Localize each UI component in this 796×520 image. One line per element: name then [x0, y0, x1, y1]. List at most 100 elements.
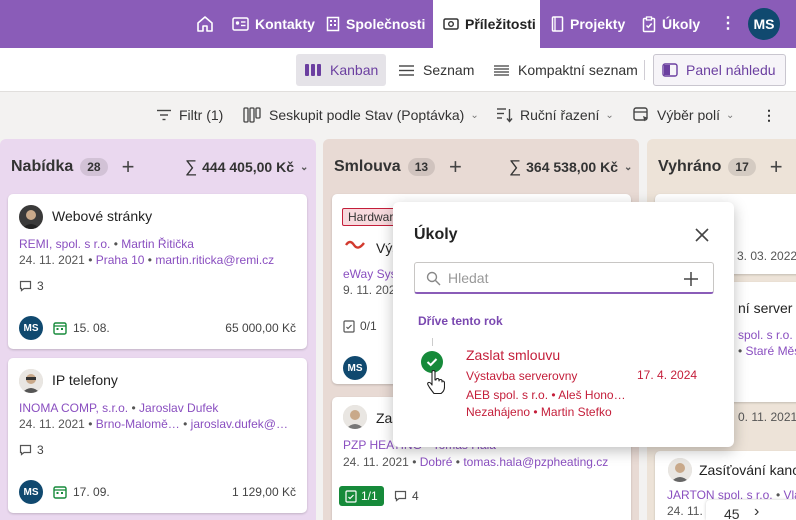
- view-list-button[interactable]: Seznam: [390, 54, 482, 86]
- nav-opportunities[interactable]: Příležitosti: [433, 0, 540, 48]
- tasks-progress-value: 0/1: [360, 319, 377, 333]
- city-link[interactable]: Brno-Malomě…: [96, 417, 180, 431]
- card-date: 24. 11. 2021: [343, 455, 409, 469]
- person-link[interactable]: Jaroslav Dufek: [139, 401, 218, 415]
- category-tag: Hardwar: [342, 208, 400, 226]
- company-logo-icon: [345, 240, 365, 249]
- card-info-line: • Staré Měs: [738, 344, 796, 358]
- owner-avatar[interactable]: MS: [343, 356, 367, 380]
- card-date: 3. 03. 2022: [737, 249, 796, 263]
- opportunity-card[interactable]: Webové stránky REMI, spol. s r.o. • Mart…: [8, 194, 307, 349]
- nav-companies[interactable]: Společnosti: [326, 0, 425, 48]
- field-selector-icon: [633, 107, 648, 122]
- task-company-person[interactable]: AEB spol. s r.o. • Aleš Hono…: [466, 388, 626, 402]
- column-sum[interactable]: ∑ 444 405,00 Kč ⌄: [185, 156, 308, 178]
- owner-avatar[interactable]: MS: [19, 480, 43, 504]
- toolbar-more-icon[interactable]: ⋮: [762, 104, 776, 126]
- building-icon: [326, 16, 340, 32]
- comments-count[interactable]: 3: [19, 443, 44, 457]
- due-date: 17. 09.: [53, 485, 110, 499]
- add-card-icon[interactable]: +: [122, 156, 135, 178]
- card-title[interactable]: ní server: [738, 300, 792, 316]
- column-count-badge: 13: [407, 158, 436, 176]
- company-link[interactable]: REMI, spol. s r.o.: [19, 237, 110, 251]
- calendar-icon: [53, 486, 67, 499]
- card-date: 0. 11. 2021: [738, 410, 796, 424]
- card-title[interactable]: IP telefony: [52, 372, 118, 388]
- chevron-down-icon: ⌄: [299, 161, 309, 173]
- section-heading: Dříve tento rok: [418, 314, 503, 328]
- due-date-value: 15. 08.: [73, 321, 110, 335]
- home-icon[interactable]: [195, 14, 215, 34]
- group-icon: [243, 107, 261, 123]
- nav-projects[interactable]: Projekty: [551, 0, 625, 48]
- column-sum[interactable]: ∑ 364 538,00 Kč ⌄: [509, 156, 632, 178]
- task-project[interactable]: Výstavba serverovny: [466, 369, 577, 383]
- close-icon[interactable]: [693, 226, 711, 244]
- group-by-button[interactable]: Seskupit podle Stav (Poptávka) ⌄: [243, 104, 479, 126]
- city-link[interactable]: Dobré: [420, 455, 453, 469]
- task-due-date: 17. 4. 2024: [637, 368, 698, 382]
- panel-icon: [662, 63, 678, 77]
- chevron-right-icon[interactable]: ›: [754, 503, 759, 520]
- card-date: 24. 11. 2021: [19, 417, 85, 431]
- nav-contacts[interactable]: Kontakty: [232, 0, 315, 48]
- card-info-line: 24. 11. 2021 • Brno-Malomě… • jaroslav.d…: [19, 417, 288, 431]
- email-link[interactable]: martin.riticka@remi.cz: [155, 253, 274, 267]
- clipboard-check-icon: [642, 15, 656, 32]
- add-card-icon[interactable]: +: [449, 156, 462, 178]
- column-sum-value: 364 538,00 Kč: [526, 159, 618, 175]
- nav-tasks-label: Úkoly: [662, 16, 701, 32]
- add-icon[interactable]: [683, 271, 699, 287]
- company-link[interactable]: eWay Sys: [343, 267, 397, 281]
- hand-pointer-icon: [427, 370, 445, 394]
- view-kanban-button[interactable]: Kanban: [296, 54, 387, 86]
- chevron-down-icon: ⌄: [605, 109, 614, 121]
- tasks-progress[interactable]: 0/1: [343, 319, 377, 333]
- comment-icon: [19, 280, 32, 292]
- comments-value: 4: [412, 489, 419, 503]
- sort-button[interactable]: Ruční řazení ⌄: [496, 104, 614, 126]
- card-title[interactable]: Zasíťování kanc: [699, 462, 796, 478]
- view-switcher: Kanban Seznam Kompaktní seznam Panel náh…: [0, 48, 796, 92]
- search-input[interactable]: [448, 268, 678, 288]
- contact-card-icon: [232, 17, 249, 31]
- comments-count[interactable]: 4: [394, 489, 419, 503]
- view-divider: [644, 60, 645, 80]
- more-menu-icon[interactable]: ⋮: [720, 12, 736, 36]
- field-selection-button[interactable]: Výběr polí ⌄: [633, 104, 734, 126]
- column-sum-value: 444 405,00 Kč: [202, 159, 294, 175]
- preview-panel-button[interactable]: Panel náhledu: [653, 54, 786, 86]
- task-title[interactable]: Zaslat smlouvu: [466, 347, 560, 363]
- due-date-value: 17. 09.: [73, 485, 110, 499]
- opportunity-card[interactable]: IP telefony INOMA COMP, s.r.o. • Jarosla…: [8, 358, 307, 513]
- nav-projects-label: Projekty: [570, 16, 626, 32]
- avatar: [19, 369, 43, 393]
- city-link[interactable]: Staré Měs: [746, 344, 796, 358]
- field-selection-label: Výběr polí: [657, 107, 721, 123]
- owner-avatar[interactable]: MS: [19, 316, 43, 340]
- filter-button[interactable]: Filtr (1): [156, 104, 223, 126]
- user-avatar[interactable]: MS: [748, 8, 780, 40]
- column-header: Vyhráno 17 +: [658, 156, 783, 178]
- column-header: Nabídka 28 +: [11, 156, 134, 178]
- list-toolbar: Filtr (1) Seskupit podle Stav (Poptávka)…: [0, 92, 796, 138]
- email-link[interactable]: jaroslav.dufek@…: [191, 417, 288, 431]
- city-link[interactable]: Praha 10: [96, 253, 145, 267]
- person-link[interactable]: Martin Řitička: [121, 237, 194, 251]
- task-status-owner: Nezahájeno • Martin Stefko: [466, 405, 612, 419]
- add-card-icon[interactable]: +: [770, 156, 783, 178]
- tasks-progress-badge[interactable]: 1/1: [339, 486, 384, 506]
- company-link[interactable]: INOMA COMP, s.r.o.: [19, 401, 128, 415]
- view-compact-list-button[interactable]: Kompaktní seznam: [485, 54, 646, 86]
- company-link[interactable]: spol. s r.o.: [738, 328, 793, 342]
- nav-tasks[interactable]: Úkoly: [642, 0, 700, 48]
- comments-count[interactable]: 3: [19, 279, 44, 293]
- avatar: [668, 458, 692, 482]
- card-title[interactable]: Webové stránky: [52, 208, 152, 224]
- card-date: 24. 11. 2021: [19, 253, 85, 267]
- notebook-icon: [551, 16, 564, 32]
- email-link[interactable]: tomas.hala@pzpheating.cz: [463, 455, 608, 469]
- view-compact-list-label: Kompaktní seznam: [518, 62, 638, 78]
- chevron-down-icon: ⌄: [726, 109, 735, 121]
